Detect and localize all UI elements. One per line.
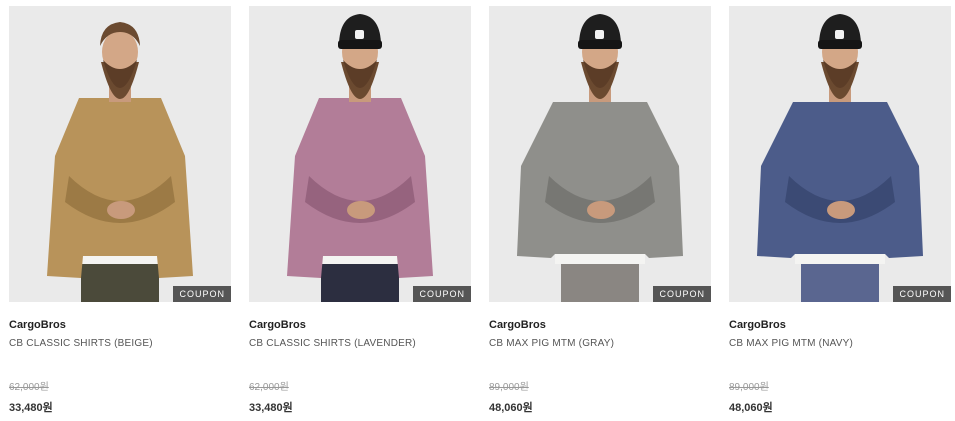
coupon-badge: COUPON <box>413 286 471 302</box>
coupon-badge: COUPON <box>173 286 231 302</box>
original-price: 89,000원 <box>729 382 769 393</box>
beanie-logo <box>835 30 844 39</box>
sale-price: 33,480원 <box>9 402 53 414</box>
brand-name[interactable]: CargoBros <box>9 319 66 331</box>
product-grid: COUPON CargoBros CB CLASSIC SHIRTS (BEIG… <box>0 0 955 421</box>
hands <box>347 201 375 219</box>
sale-price: 33,480원 <box>249 402 293 414</box>
sale-price: 48,060원 <box>489 402 533 414</box>
beanie-cuff <box>578 40 622 49</box>
hands <box>827 201 855 219</box>
product-image[interactable]: COUPON <box>489 6 711 302</box>
product-image[interactable]: COUPON <box>249 6 471 302</box>
beanie-logo <box>595 30 604 39</box>
original-price: 62,000원 <box>249 382 289 393</box>
product-card[interactable]: COUPON CargoBros CB MAX PIG MTM (GRAY) 8… <box>489 0 711 421</box>
brand-name[interactable]: CargoBros <box>249 319 306 331</box>
product-card[interactable]: COUPON CargoBros CB CLASSIC SHIRTS (LAVE… <box>249 0 471 421</box>
product-card[interactable]: COUPON CargoBros CB CLASSIC SHIRTS (BEIG… <box>9 0 231 421</box>
beanie-cuff <box>818 40 862 49</box>
garment <box>757 102 923 258</box>
coupon-badge: COUPON <box>653 286 711 302</box>
original-price: 89,000원 <box>489 382 529 393</box>
product-name[interactable]: CB MAX PIG MTM (GRAY) <box>489 338 614 349</box>
hands <box>107 201 135 219</box>
beanie-logo <box>355 30 364 39</box>
coupon-badge: COUPON <box>893 286 951 302</box>
product-name[interactable]: CB CLASSIC SHIRTS (BEIGE) <box>9 338 153 349</box>
original-price: 62,000원 <box>9 382 49 393</box>
product-card[interactable]: COUPON CargoBros CB MAX PIG MTM (NAVY) 8… <box>729 0 951 421</box>
brand-name[interactable]: CargoBros <box>489 319 546 331</box>
product-name[interactable]: CB CLASSIC SHIRTS (LAVENDER) <box>249 338 416 349</box>
garment <box>517 102 683 258</box>
product-name[interactable]: CB MAX PIG MTM (NAVY) <box>729 338 853 349</box>
product-image[interactable]: COUPON <box>9 6 231 302</box>
hands <box>587 201 615 219</box>
brand-name[interactable]: CargoBros <box>729 319 786 331</box>
product-image[interactable]: COUPON <box>729 6 951 302</box>
beanie-cuff <box>338 40 382 49</box>
sale-price: 48,060원 <box>729 402 773 414</box>
